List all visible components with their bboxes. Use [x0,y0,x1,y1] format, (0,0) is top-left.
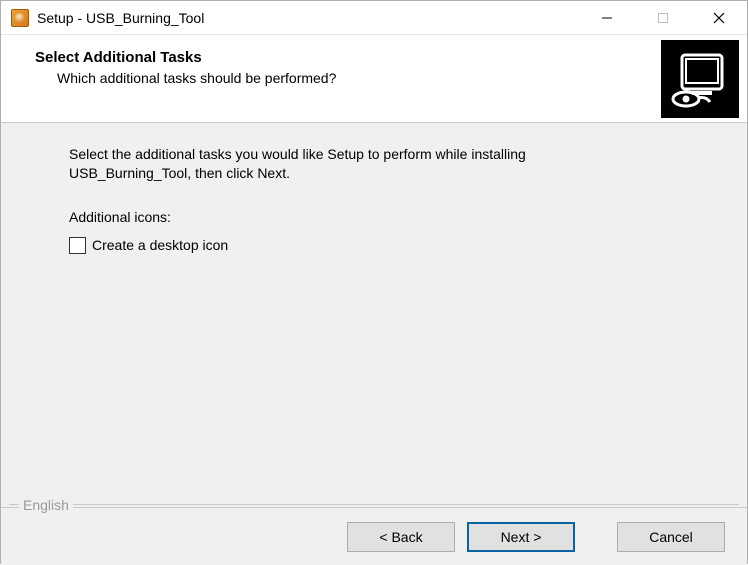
page-title: Select Additional Tasks [35,49,651,66]
back-button[interactable]: < Back [347,522,455,552]
cancel-button[interactable]: Cancel [617,522,725,552]
tasks-group-label: Additional icons: [69,209,693,225]
language-frame: English [9,504,739,505]
checkbox-label: Create a desktop icon [92,237,228,253]
titlebar: Setup - USB_Burning_Tool [1,1,747,35]
minimize-button[interactable] [579,1,635,35]
create-desktop-icon-option[interactable]: Create a desktop icon [69,237,693,254]
wizard-header: Select Additional Tasks Which additional… [1,35,747,123]
page-subtitle: Which additional tasks should be perform… [35,70,651,86]
window-title: Setup - USB_Burning_Tool [37,10,204,26]
app-icon [11,9,29,27]
intro-text: Select the additional tasks you would li… [69,145,649,183]
language-label: English [19,497,73,513]
wizard-footer: < Back Next > Cancel [1,507,747,565]
wizard-body: Select the additional tasks you would li… [1,123,747,507]
checkbox-icon[interactable] [69,237,86,254]
wizard-logo-icon [661,40,739,118]
maximize-button [635,1,691,35]
close-button[interactable] [691,1,747,35]
next-button[interactable]: Next > [467,522,575,552]
